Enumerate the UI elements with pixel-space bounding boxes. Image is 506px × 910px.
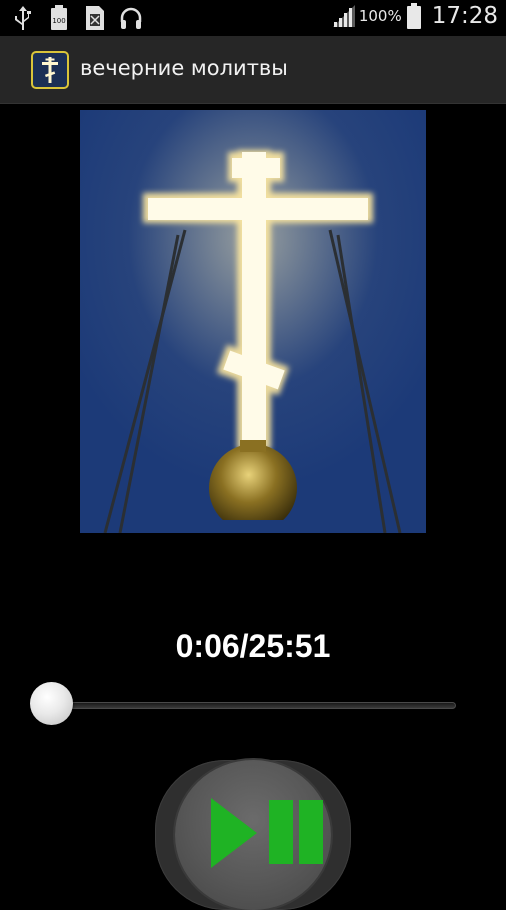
app-title: вечерние молитвы [80,56,288,80]
status-bar: 100 100% 17:28 [0,0,506,36]
play-pause-button[interactable] [155,760,351,910]
sim-card-icon [86,6,104,30]
orthodox-cross-icon[interactable] [31,51,69,89]
status-system: 100% 17:28 [331,3,498,29]
time-readout: 0:06/25:51 [175,628,331,664]
clock: 17:28 [431,3,498,29]
action-bar: вечерние молитвы [0,36,506,104]
play-pause-icon [211,798,323,868]
svg-text:100: 100 [52,17,65,25]
play-pause-button-face[interactable] [175,760,331,910]
battery-full-notification-icon: 100 [51,5,67,30]
cover-art [80,110,426,533]
seek-bar-track[interactable] [40,702,456,709]
seek-bar-thumb[interactable] [30,682,73,725]
status-notifications: 100 [10,4,144,32]
signal-icon [332,5,355,27]
battery-icon [406,3,421,29]
usb-icon [15,6,31,30]
battery-percent: 100% [358,7,402,25]
headphones-icon [120,7,142,29]
